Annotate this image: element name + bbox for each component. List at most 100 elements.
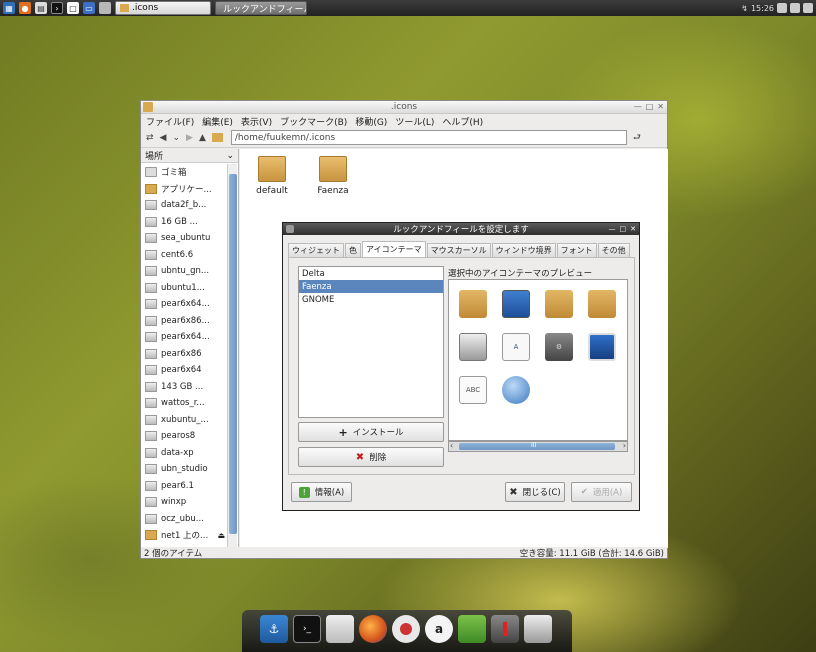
terminal-icon[interactable]: ›_ [293,615,321,643]
close-label: 閉じる(C) [522,488,561,498]
desktop-icon[interactable] [99,2,111,14]
window-icon[interactable]: □ [67,2,79,14]
close-icon[interactable]: ✕ [630,225,636,233]
tab-other[interactable]: その他 [597,243,630,257]
place-item[interactable]: wattos_r... [141,395,227,412]
place-item[interactable]: pearos8 [141,428,227,445]
input-method-icon[interactable] [777,3,787,13]
place-item[interactable]: 16 GB ... [141,214,227,231]
place-item[interactable]: アプリケー... [141,181,227,198]
folder-item[interactable]: Faenza [308,156,358,196]
place-item[interactable]: ocz_ubu... [141,511,227,528]
place-item[interactable]: pear6x86 [141,346,227,363]
go-icon[interactable]: ⮐ [633,130,641,146]
place-item[interactable]: pear6x64 [141,362,227,379]
menu-edit[interactable]: 編集(E) [202,115,233,128]
place-item[interactable]: ubuntu1... [141,280,227,297]
back-icon[interactable]: ◀ [160,133,167,143]
place-item[interactable]: data2f_b... [141,197,227,214]
menu-go[interactable]: 移動(G) [355,115,387,128]
place-item[interactable]: data-xp [141,445,227,462]
scroll-left-icon[interactable]: ‹ [450,441,453,450]
menu-help[interactable]: ヘルプ(H) [442,115,483,128]
dialog-titlebar[interactable]: ルックアンドフィールを設定します — □ ✕ [283,223,639,235]
history-dropdown-icon[interactable]: ⌄ [172,133,180,143]
eject-icon[interactable]: ⏏ [217,531,225,540]
place-item[interactable]: sea_ubuntu [141,230,227,247]
path-input[interactable]: /home/fuukemn/.icons [230,130,627,145]
network-icon[interactable]: ↯ [741,4,748,13]
tab-color[interactable]: 色 [345,243,361,257]
tab-mouse-cursor[interactable]: マウスカーソル [426,243,491,257]
place-item[interactable]: ubn_studio [141,461,227,478]
place-item[interactable]: pear6x64... [141,296,227,313]
task-appearance[interactable]: ルックアンドフィール... [215,1,307,15]
close-icon[interactable]: ✕ [657,102,664,111]
files-icon[interactable] [326,615,354,643]
info-button[interactable]: ! 情報(A) [291,482,352,502]
notebook-icon[interactable] [458,615,486,643]
place-item[interactable]: pear6x86... [141,313,227,330]
up-icon[interactable]: ▲ [199,133,206,143]
disc-icon[interactable] [392,615,420,643]
apply-button[interactable]: ✔ 適用(A) [571,482,632,502]
drive-icon [145,497,157,508]
menu-bookmarks[interactable]: ブックマーク(B) [280,115,347,128]
maximize-icon[interactable]: □ [646,102,654,111]
close-button[interactable]: ✖ 閉じる(C) [505,482,565,502]
display-icon[interactable] [790,3,800,13]
chevron-down-icon[interactable]: ⌄ [226,151,234,161]
place-item[interactable]: net1 上の... ⏏ [141,527,227,544]
maximize-icon[interactable]: □ [620,225,627,233]
tab-font[interactable]: フォント [556,243,597,257]
minimize-icon[interactable]: — [609,225,616,233]
place-item[interactable]: ubntu_gn... [141,263,227,280]
theme-item[interactable]: Delta [299,267,443,280]
files-icon[interactable]: ▤ [35,2,47,14]
anchor-icon[interactable]: ⚓ [260,615,288,643]
place-item[interactable]: 143 GB ... [141,379,227,396]
scroll-right-icon[interactable]: › [623,441,626,450]
terminal-icon[interactable]: › [51,2,63,14]
preview-hscrollbar[interactable]: ‹ III › [448,441,628,452]
amazon-icon[interactable]: a [425,615,453,643]
task-icons-folder[interactable]: .icons [115,1,211,15]
menu-file[interactable]: ファイル(F) [146,115,194,128]
theme-item[interactable]: GNOME [299,293,443,306]
menu-tools[interactable]: ツール(L) [395,115,434,128]
folder-item[interactable]: default [247,156,297,196]
place-item[interactable]: winxp [141,494,227,511]
tab-icon-theme[interactable]: アイコンテーマ [362,241,426,257]
clock[interactable]: 15:26 [751,4,774,13]
delete-button[interactable]: ✖ 削除 [298,447,444,467]
tab-widget[interactable]: ウィジェット [288,243,344,257]
minimize-icon[interactable]: — [634,102,642,111]
path-text: /home/fuukemn/.icons [234,132,336,143]
menu-icon[interactable]: ▦ [3,2,15,14]
browser-icon[interactable]: ▭ [83,2,95,14]
forward-icon[interactable]: ▶ [186,133,193,143]
toggle-path-icon[interactable]: ⇄ [146,133,154,143]
menu-view[interactable]: 表示(V) [241,115,272,128]
place-item[interactable]: ゴミ箱 [141,164,227,181]
tab-window-border[interactable]: ウィンドウ境界 [491,243,556,257]
sidebar-header[interactable]: 場所 ⌄ [141,149,238,163]
firefox-icon[interactable]: ● [19,2,31,14]
theme-item-selected[interactable]: Faenza [299,280,443,293]
install-button[interactable]: + インストール [298,422,444,442]
power-icon[interactable] [803,3,813,13]
place-item[interactable]: pear6x64... [141,329,227,346]
place-item[interactable]: xubuntu_... [141,412,227,429]
scrollbar-thumb[interactable] [459,443,615,450]
place-item[interactable]: cent6.6 [141,247,227,264]
trash-icon[interactable] [524,615,552,643]
place-item[interactable]: pear6.1 [141,478,227,495]
scrollbar-thumb[interactable] [229,174,237,534]
window-titlebar[interactable]: .icons — □ ✕ [141,101,667,114]
sidebar-scrollbar[interactable] [227,164,237,547]
user-icon[interactable] [491,615,519,643]
firefox-icon[interactable] [359,615,387,643]
place-label: net1 上の... [161,531,209,542]
task-label: .icons [132,3,159,13]
install-label: インストール [352,428,404,438]
